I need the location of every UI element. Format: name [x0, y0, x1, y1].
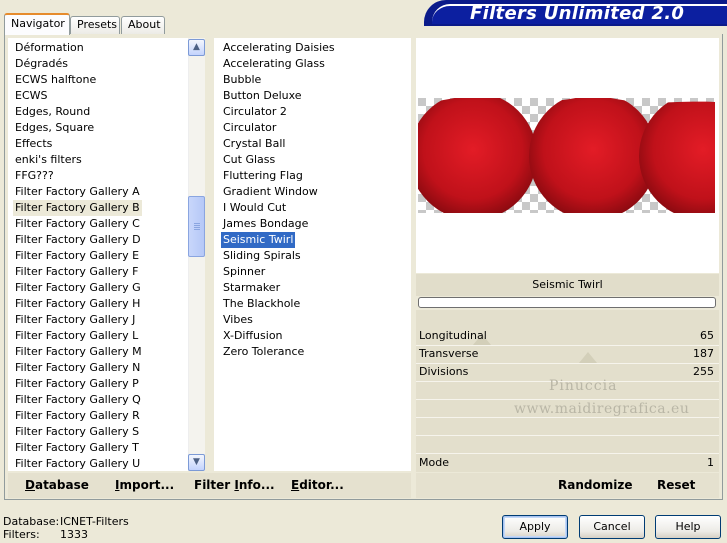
filters-status: Filters: 1333: [3, 528, 88, 541]
watermark-name: Pinuccia: [549, 378, 618, 394]
filter-info-button[interactable]: Filter Info...: [194, 478, 275, 492]
database-status: Database: ICNET-Filters: [3, 515, 129, 528]
category-item[interactable]: enki's filters: [15, 152, 82, 168]
category-item[interactable]: Filter Factory Gallery N: [15, 360, 140, 376]
app-title: Filters Unlimited 2.0: [470, 3, 685, 24]
filter-item[interactable]: Accelerating Glass: [223, 56, 325, 72]
editor-button[interactable]: Editor...: [291, 478, 344, 492]
tab-about[interactable]: About: [121, 16, 165, 34]
slider-value: 187: [693, 347, 714, 360]
randomize-button[interactable]: Randomize: [558, 478, 632, 492]
filter-item[interactable]: James Bondage: [223, 216, 308, 232]
cancel-button[interactable]: Cancel: [579, 515, 645, 539]
empty-slider-row: [416, 418, 719, 436]
category-item[interactable]: Filter Factory Gallery J: [15, 312, 135, 328]
scroll-thumb[interactable]: [188, 196, 205, 257]
filter-item[interactable]: Accelerating Daisies: [223, 40, 335, 56]
progress-bar: [418, 297, 716, 308]
category-item[interactable]: Filter Factory Gallery A: [15, 184, 140, 200]
slider-value: 65: [700, 329, 714, 342]
category-item[interactable]: Filter Factory Gallery S: [15, 424, 139, 440]
filter-item[interactable]: Circulator 2: [223, 104, 287, 120]
category-item[interactable]: Filter Factory Gallery T: [15, 440, 139, 456]
category-item[interactable]: Filter Factory Gallery B: [13, 200, 142, 216]
slider-label: Longitudinal: [419, 329, 487, 342]
filters-status-value: 1333: [60, 528, 88, 541]
slider-knob[interactable]: [579, 352, 597, 363]
mode-label: Mode: [419, 456, 449, 469]
filters-status-label: Filters:: [3, 528, 40, 541]
category-list[interactable]: Déformation Dégradés ECWS halftone ECWS Edge…: [8, 38, 205, 471]
reset-button[interactable]: Reset: [657, 478, 695, 492]
empty-slider-row: [416, 436, 719, 454]
apply-button[interactable]: Apply: [502, 515, 568, 539]
category-item[interactable]: FFG???: [15, 168, 54, 184]
category-item[interactable]: Déformation: [15, 40, 84, 56]
filter-item[interactable]: Circulator: [223, 120, 276, 136]
watermark-url: www.maidiregrafica.eu: [514, 401, 690, 417]
category-item[interactable]: Filter Factory Gallery M: [15, 344, 142, 360]
filter-item[interactable]: Sliding Spirals: [223, 248, 301, 264]
category-item[interactable]: Filter Factory Gallery U: [15, 456, 140, 471]
filter-item[interactable]: Bubble: [223, 72, 261, 88]
slider-label: Transverse: [419, 347, 479, 360]
mode-value: 1: [707, 456, 714, 469]
filter-preview-image: [418, 98, 715, 213]
category-item[interactable]: Edges, Square: [15, 120, 94, 136]
category-item[interactable]: Filter Factory Gallery C: [15, 216, 140, 232]
mode-row: Mode 1: [416, 455, 719, 472]
category-item[interactable]: Effects: [15, 136, 52, 152]
database-status-label: Database:: [3, 515, 60, 528]
scroll-up-button[interactable]: ▲: [188, 39, 205, 56]
filter-item[interactable]: Spinner: [223, 264, 265, 280]
filter-item[interactable]: Zero Tolerance: [223, 344, 304, 360]
filter-item[interactable]: Vibes: [223, 312, 253, 328]
category-item[interactable]: Filter Factory Gallery Q: [15, 392, 141, 408]
category-item[interactable]: Filter Factory Gallery G: [15, 280, 141, 296]
category-item[interactable]: Filter Factory Gallery E: [15, 248, 139, 264]
filter-item[interactable]: Seismic Twirl: [221, 232, 296, 248]
category-item[interactable]: Filter Factory Gallery D: [15, 232, 141, 248]
category-item[interactable]: ECWS: [15, 88, 48, 104]
category-item[interactable]: Dégradés: [15, 56, 68, 72]
slider-value: 255: [693, 365, 714, 378]
filter-item[interactable]: Button Deluxe: [223, 88, 302, 104]
scroll-down-button[interactable]: ▼: [188, 454, 205, 471]
filter-item[interactable]: Fluttering Flag: [223, 168, 303, 184]
filter-item[interactable]: Cut Glass: [223, 152, 275, 168]
slider-label: Divisions: [419, 365, 469, 378]
filter-item[interactable]: I Would Cut: [223, 200, 286, 216]
category-item[interactable]: Edges, Round: [15, 104, 90, 120]
import-button[interactable]: Import...: [115, 478, 174, 492]
tab-presets[interactable]: Presets: [70, 16, 120, 34]
category-item[interactable]: ECWS halftone: [15, 72, 96, 88]
category-item[interactable]: Filter Factory Gallery L: [15, 328, 138, 344]
filter-item[interactable]: Starmaker: [223, 280, 280, 296]
filter-item[interactable]: Gradient Window: [223, 184, 318, 200]
filter-item[interactable]: X-Diffusion: [223, 328, 283, 344]
filter-item[interactable]: The Blackhole: [223, 296, 300, 312]
category-item[interactable]: Filter Factory Gallery F: [15, 264, 138, 280]
slider-longitudinal[interactable]: Longitudinal 65: [416, 328, 719, 346]
slider-transverse[interactable]: Transverse 187: [416, 346, 719, 364]
help-button[interactable]: Help: [655, 515, 721, 539]
category-item[interactable]: Filter Factory Gallery H: [15, 296, 140, 312]
database-status-value: ICNET-Filters: [60, 515, 129, 528]
database-button[interactable]: Database: [25, 478, 89, 492]
current-filter-name: Seismic Twirl: [416, 274, 719, 296]
filter-list[interactable]: Accelerating Daisies Accelerating Glass Bu…: [214, 38, 411, 471]
tab-navigator[interactable]: Navigator: [4, 13, 70, 35]
category-item[interactable]: Filter Factory Gallery R: [15, 408, 140, 424]
category-item[interactable]: Filter Factory Gallery P: [15, 376, 139, 392]
filter-item[interactable]: Crystal Ball: [223, 136, 285, 152]
